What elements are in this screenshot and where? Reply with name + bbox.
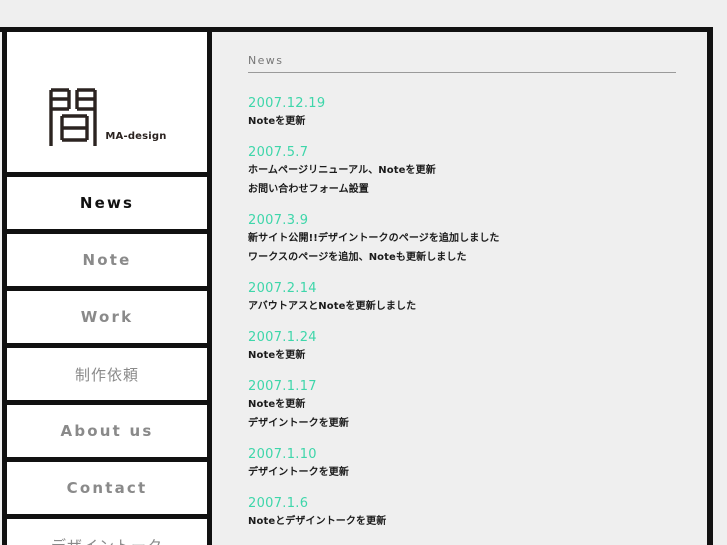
news-item: 2007.1.10 デザイントークを更新 (248, 446, 675, 482)
news-item: 2007.3.9 新サイト公開!!デザイントークのページを追加しました ワークス… (248, 212, 675, 267)
news-date[interactable]: 2007.3.9 (248, 212, 675, 229)
sidebar-item-about-us[interactable]: About us (7, 405, 207, 457)
news-date[interactable]: 2007.1.24 (248, 329, 675, 346)
news-body-line: 新サイト公開!!デザイントークのページを追加しました (248, 233, 500, 244)
sidebar-item-note[interactable]: Note (7, 234, 207, 286)
main-content: News 2007.12.19 Noteを更新 2007.5.7 ホームページリ… (212, 32, 707, 545)
page-outer-margin (713, 27, 727, 545)
news-item: 2007.2.14 アバウトアスとNoteを更新しました (248, 280, 675, 316)
site-logo[interactable]: MA-design (7, 32, 207, 172)
news-date[interactable]: 2007.1.6 (248, 495, 675, 512)
news-item: 2007.1.24 Noteを更新 (248, 329, 675, 365)
news-item: 2007.5.7 ホームページリニューアル、Noteを更新 お問い合わせフォーム… (248, 144, 675, 199)
sidebar-item-contact[interactable]: Contact (7, 462, 207, 514)
news-body-line: Noteを更新 (248, 399, 306, 410)
news-body-line: Noteを更新 (248, 350, 306, 361)
sidebar-item-news[interactable]: News (7, 177, 207, 229)
news-date[interactable]: 2007.2.14 (248, 280, 675, 297)
news-body-line: お問い合わせフォーム設置 (248, 184, 369, 195)
news-date[interactable]: 2007.12.19 (248, 95, 675, 112)
sidebar-item-request[interactable]: 制作依頼 (7, 348, 207, 400)
news-body-line: デザイントークを更新 (248, 467, 349, 478)
logo-wordmark: MA-design (105, 131, 167, 142)
logo-group: MA-design (47, 86, 166, 148)
news-list: 2007.12.19 Noteを更新 2007.5.7 ホームページリニューアル… (248, 95, 675, 545)
page-root: MA-design News Note Work 制作依頼 About us C… (0, 0, 727, 545)
sidebar-item-design-talk[interactable]: デザイントーク (7, 519, 207, 545)
news-body-line: Noteを更新 (248, 116, 306, 127)
news-item: 2007.1.6 Noteとデザイントークを更新 (248, 495, 675, 531)
news-date[interactable]: 2007.1.10 (248, 446, 675, 463)
news-item: 2007.12.19 Noteを更新 (248, 95, 675, 131)
news-date[interactable]: 2007.1.17 (248, 378, 675, 395)
sidebar-item-work[interactable]: Work (7, 291, 207, 343)
news-date[interactable]: 2007.5.7 (248, 144, 675, 161)
news-body-line: ホームページリニューアル、Noteを更新 (248, 165, 436, 176)
news-body-line: Noteとデザイントークを更新 (248, 516, 387, 527)
news-item: 2007.1.17 Noteを更新 デザイントークを更新 (248, 378, 675, 433)
news-body-line: デザイントークを更新 (248, 418, 349, 429)
news-body-line: アバウトアスとNoteを更新しました (248, 301, 417, 312)
kanji-ma-logo-icon (49, 88, 98, 146)
sidebar: MA-design News Note Work 制作依頼 About us C… (2, 27, 212, 545)
page-title: News (248, 54, 676, 73)
news-body-line: ワークスのページを追加、Noteも更新しました (248, 252, 467, 263)
